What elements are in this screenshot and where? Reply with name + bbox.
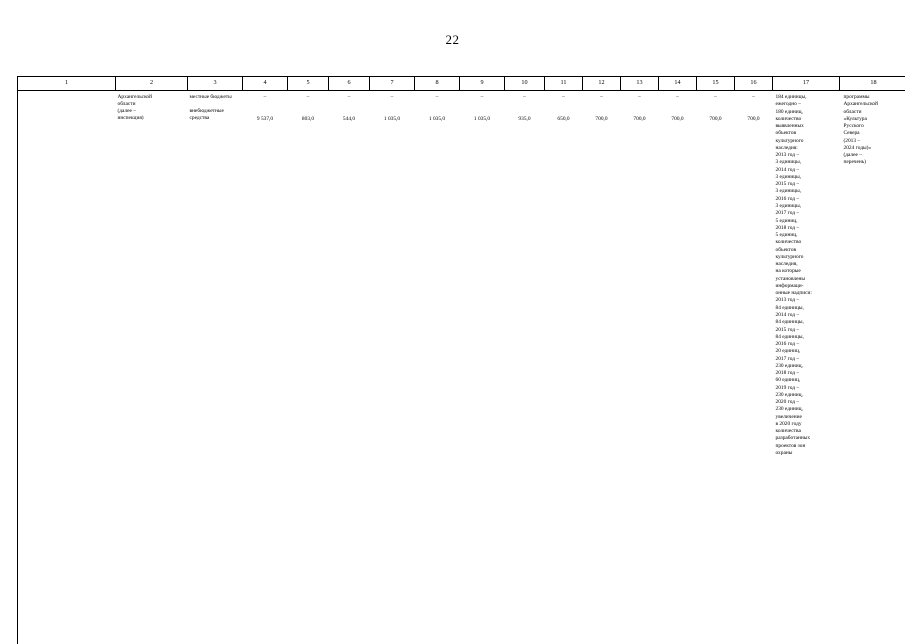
col-number-15: 15 (697, 77, 735, 91)
cell-funding-source: местные бюджеты внебюджетные средства (188, 91, 243, 644)
year-col7-spacer (372, 105, 413, 116)
total-value: 9 537,0 (245, 116, 286, 123)
cell-year-col8: – 1 035,0 (415, 91, 460, 644)
cell-expected-results: 184 единицы, ежегодно – 180 единиц, коли… (773, 91, 840, 644)
total-spacer (245, 105, 286, 116)
year-col14-spacer (661, 105, 695, 116)
col-number-1: 1 (18, 77, 116, 91)
col-number-16: 16 (735, 77, 773, 91)
funding-source-extrabudgetary: внебюджетные средства (190, 108, 241, 122)
year-col7-value: 1 035,0 (372, 116, 413, 123)
year-col5-dash: – (290, 94, 327, 105)
page-number: 22 (0, 0, 905, 46)
cell-responsible-executor (18, 91, 116, 644)
cell-year-col9: – 1 035,0 (460, 91, 505, 644)
col-number-11: 11 (545, 77, 583, 91)
year-col14-value: 700,0 (661, 116, 695, 123)
funding-source-local-budgets: местные бюджеты (190, 94, 241, 101)
cell-year-col16: – 700,0 (735, 91, 773, 644)
year-col16-spacer (737, 105, 771, 116)
cell-year-col6: – 544,0 (329, 91, 370, 644)
cell-year-col13: – 700,0 (621, 91, 659, 644)
budget-allocation-table: 1 2 3 4 5 6 7 8 9 10 11 12 13 14 15 16 1… (17, 76, 887, 644)
year-col10-value: 935,0 (507, 116, 543, 123)
col-number-18: 18 (840, 77, 905, 91)
year-col9-value: 1 035,0 (462, 116, 503, 123)
year-col13-value: 700,0 (623, 116, 657, 123)
year-col12-spacer (585, 105, 619, 116)
col-number-9: 9 (460, 77, 505, 91)
year-col5-value: 803,0 (290, 116, 327, 123)
year-col16-dash: – (737, 94, 771, 105)
year-col9-dash: – (462, 94, 503, 105)
year-col5-spacer (290, 105, 327, 116)
col-number-3: 3 (188, 77, 243, 91)
cell-year-col5: – 803,0 (288, 91, 329, 644)
year-col8-value: 1 035,0 (417, 116, 458, 123)
cell-total: – 9 537,0 (243, 91, 288, 644)
organization-text: Архангельской области (далее – инспекция… (118, 94, 186, 123)
cell-year-col12: – 700,0 (583, 91, 621, 644)
year-col6-spacer (331, 105, 368, 116)
table-header-row: 1 2 3 4 5 6 7 8 9 10 11 12 13 14 15 16 1… (18, 77, 905, 91)
year-col11-dash: – (547, 94, 581, 105)
program-reference-text: программы Архангельской области «Культур… (842, 94, 905, 167)
table-row: Архангельской области (далее – инспекция… (18, 91, 905, 644)
year-col6-dash: – (331, 94, 368, 105)
year-col7-dash: – (372, 94, 413, 105)
year-col15-spacer (699, 105, 733, 116)
year-col13-spacer (623, 105, 657, 116)
table: 1 2 3 4 5 6 7 8 9 10 11 12 13 14 15 16 1… (17, 76, 905, 644)
year-col6-value: 544,0 (331, 116, 368, 123)
cell-year-col11: – 650,0 (545, 91, 583, 644)
cell-year-col15: – 700,0 (697, 91, 735, 644)
expected-results-text: 184 единицы, ежегодно – 180 единиц, коли… (775, 94, 838, 457)
year-col11-value: 650,0 (547, 116, 581, 123)
year-col16-value: 700,0 (737, 116, 771, 123)
year-col12-value: 700,0 (585, 116, 619, 123)
col-number-10: 10 (505, 77, 545, 91)
year-col10-dash: – (507, 94, 543, 105)
cell-organization: Архангельской области (далее – инспекция… (116, 91, 188, 644)
year-col12-dash: – (585, 94, 619, 105)
total-dash: – (245, 94, 286, 105)
col-number-14: 14 (659, 77, 697, 91)
year-col10-spacer (507, 105, 543, 116)
col-number-4: 4 (243, 77, 288, 91)
cell-year-col10: – 935,0 (505, 91, 545, 644)
year-col9-spacer (462, 105, 503, 116)
year-col11-spacer (547, 105, 581, 116)
year-col15-dash: – (699, 94, 733, 105)
col-number-8: 8 (415, 77, 460, 91)
col-number-6: 6 (329, 77, 370, 91)
col-number-17: 17 (773, 77, 840, 91)
year-col14-dash: – (661, 94, 695, 105)
col-number-2: 2 (116, 77, 188, 91)
cell-program-reference: программы Архангельской области «Культур… (840, 91, 905, 644)
document-page: 22 (0, 0, 905, 640)
year-col8-spacer (417, 105, 458, 116)
year-col13-dash: – (623, 94, 657, 105)
col-number-5: 5 (288, 77, 329, 91)
col-number-13: 13 (621, 77, 659, 91)
cell-year-col7: – 1 035,0 (370, 91, 415, 644)
col-number-12: 12 (583, 77, 621, 91)
col-number-7: 7 (370, 77, 415, 91)
year-col8-dash: – (417, 94, 458, 105)
cell-year-col14: – 700,0 (659, 91, 697, 644)
year-col15-value: 700,0 (699, 116, 733, 123)
